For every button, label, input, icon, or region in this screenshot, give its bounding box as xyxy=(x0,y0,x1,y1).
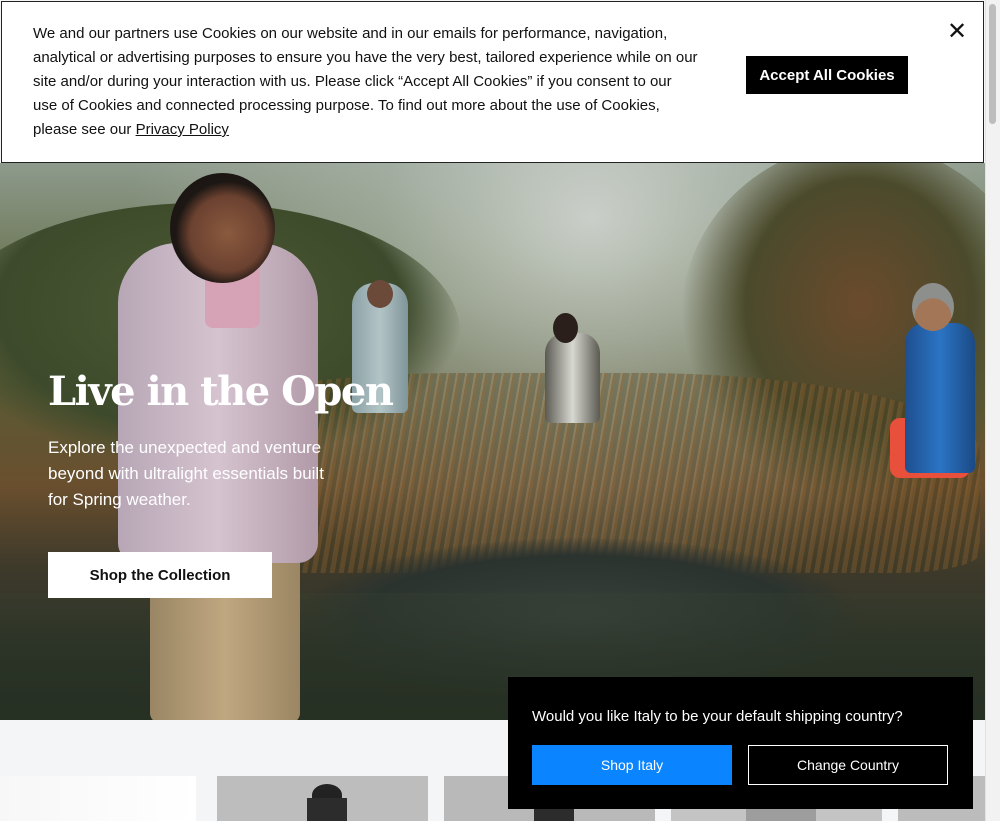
page-scrollbar[interactable] xyxy=(985,0,1000,821)
hero-person-4-head xyxy=(912,283,954,331)
shop-collection-button[interactable]: Shop the Collection xyxy=(48,552,272,598)
shop-italy-button[interactable]: Shop Italy xyxy=(532,745,732,785)
hero-banner: Live in the Open Explore the unexpected … xyxy=(0,163,985,720)
cookie-banner: We and our partners use Cookies on our w… xyxy=(1,1,984,163)
change-country-button[interactable]: Change Country xyxy=(748,745,948,785)
hero-person-1-head xyxy=(170,173,275,283)
hero-person-4 xyxy=(905,323,975,473)
close-icon[interactable]: ✕ xyxy=(945,19,969,43)
hero-person-3-head xyxy=(553,313,578,343)
product-model-image xyxy=(307,798,347,821)
hero-description: Explore the unexpected and venture beyon… xyxy=(48,438,324,509)
cookie-message: We and our partners use Cookies on our w… xyxy=(33,22,698,142)
hero-person-3 xyxy=(545,333,600,423)
hero-person-2-head xyxy=(367,280,393,308)
product-tile[interactable] xyxy=(217,776,428,821)
scrollbar-thumb[interactable] xyxy=(989,4,996,124)
shipping-country-popup: Would you like Italy to be your default … xyxy=(508,677,973,809)
shipping-country-question: Would you like Italy to be your default … xyxy=(532,708,903,725)
cookie-message-text: We and our partners use Cookies on our w… xyxy=(33,25,698,138)
privacy-policy-link[interactable]: Privacy Policy xyxy=(136,121,229,138)
product-tile[interactable] xyxy=(0,776,196,821)
accept-all-cookies-button[interactable]: Accept All Cookies xyxy=(746,56,908,94)
hero-title: Live in the Open xyxy=(48,368,394,415)
